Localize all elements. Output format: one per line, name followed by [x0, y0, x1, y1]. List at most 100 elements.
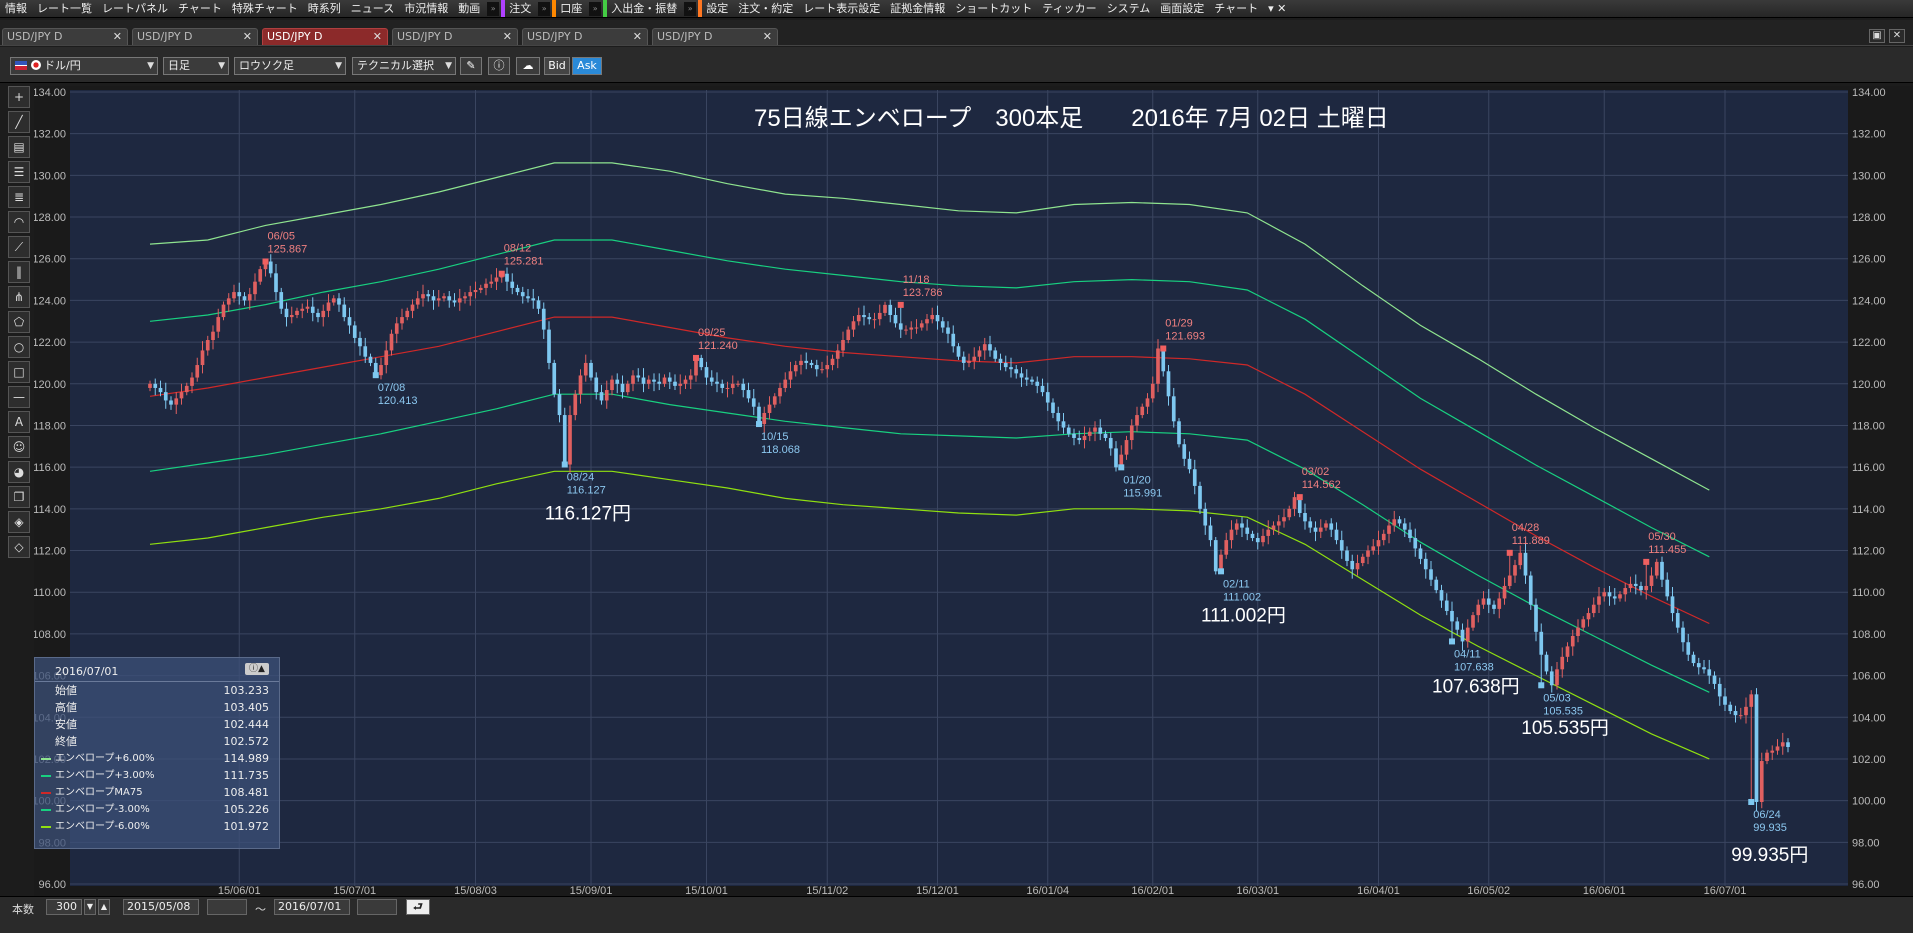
candle-body [1513, 565, 1517, 576]
ask-button[interactable]: Ask [572, 57, 602, 75]
fan-lines-icon[interactable]: ⟋ [8, 236, 30, 258]
period-select[interactable]: 日足 ▼ [163, 57, 229, 75]
menu-item[interactable]: レートパネル [97, 0, 173, 17]
line-icon[interactable]: — [8, 386, 30, 408]
pentagon-icon[interactable]: ⬠ [8, 311, 30, 333]
extreme-value-label: 121.240 [698, 340, 738, 352]
horizontal-line-icon[interactable]: ☰ [8, 161, 30, 183]
candle-body [1061, 421, 1066, 428]
circle-icon[interactable]: ○ [8, 336, 30, 358]
menu-item[interactable]: 市況情報 [399, 0, 453, 17]
menu-item[interactable]: 情報 [0, 0, 32, 17]
crosshair-icon[interactable]: + [8, 86, 30, 108]
envelope-row: エンベロープ+6.00% 114.989 [35, 750, 279, 767]
menu-overflow-icon[interactable]: » [538, 1, 551, 16]
chart-tab[interactable]: USD/JPY D ✕ [2, 28, 128, 45]
paint-icon[interactable]: ◕ [8, 461, 30, 483]
return-icon[interactable]: ⮐ [406, 899, 430, 915]
menu-item[interactable]: 時系列 [303, 0, 346, 17]
menu-item[interactable]: レート一覧 [32, 0, 97, 17]
menu-overflow-icon[interactable]: » [589, 1, 602, 16]
menu-overflow-icon[interactable]: » [684, 1, 697, 16]
bars-count-field[interactable]: 300 [46, 899, 82, 915]
fibonacci-arc-icon[interactable]: ◠ [8, 211, 30, 233]
cloud-icon[interactable]: ☁ [516, 57, 540, 75]
menu-item[interactable]: 証拠金情報 [885, 0, 950, 17]
candle-body [526, 296, 530, 299]
ohlc-row: 安値 102.444 [35, 716, 279, 733]
chart-tab[interactable]: USD/JPY D ✕ [652, 28, 778, 45]
close-tab-icon[interactable]: ✕ [373, 29, 382, 45]
price-chart[interactable]: 96.0096.0098.0098.00100.00100.00102.0010… [34, 86, 1913, 896]
close-tab-icon[interactable]: ✕ [113, 29, 122, 45]
candle-body [1150, 383, 1155, 399]
candle-body [1660, 561, 1664, 580]
menu-item[interactable]: システム [1102, 0, 1156, 17]
chevron-down-icon[interactable]: ▼ [84, 899, 96, 915]
menu-item[interactable]: 動画 [453, 0, 485, 17]
extreme-marker [693, 354, 699, 361]
close-tab-icon[interactable]: ✕ [243, 29, 252, 45]
rectangle-icon[interactable]: □ [8, 361, 30, 383]
menu-item[interactable]: 特殊チャート [227, 0, 303, 17]
chart-style-select[interactable]: ロウソク足 ▼ [234, 57, 346, 75]
close-tab-icon[interactable]: ✕ [763, 29, 772, 45]
from-date-field[interactable]: 2015/05/08 [123, 899, 199, 915]
candle-body [1560, 656, 1565, 670]
vertical-lines-icon[interactable]: ‖ [8, 261, 30, 283]
info-icon[interactable]: ⓘ [488, 57, 510, 75]
ruler-icon[interactable]: ▤ [8, 136, 30, 158]
channel-lines-icon[interactable]: ≣ [8, 186, 30, 208]
extreme-marker [262, 258, 269, 265]
restore-window-icon[interactable]: ▣ [1869, 29, 1885, 43]
candle-body [232, 292, 236, 299]
chart-tab[interactable]: USD/JPY D ✕ [262, 28, 388, 45]
menu-close-icon[interactable]: ▾ ✕ [1263, 0, 1291, 17]
text-tool-icon[interactable]: A [8, 411, 30, 433]
menu-item[interactable]: 注文・約定 [733, 0, 798, 17]
pencil-icon[interactable]: ✎ [460, 57, 482, 75]
eraser-all-icon[interactable]: ◇ [8, 536, 30, 558]
menu-item[interactable]: チャート [173, 0, 227, 17]
menu-item[interactable]: ティッカー [1037, 0, 1101, 17]
extreme-value-label: 114.562 [1302, 479, 1341, 491]
menu-item-order[interactable]: 注文 [501, 0, 536, 17]
menu-item[interactable]: 設定 [698, 0, 733, 17]
to-time-field[interactable] [357, 899, 397, 915]
chart-tab[interactable]: USD/JPY D ✕ [132, 28, 258, 45]
candle-body [1408, 529, 1412, 539]
close-window-icon[interactable]: ✕ [1889, 29, 1905, 43]
close-tab-icon[interactable]: ✕ [503, 29, 512, 45]
from-time-field[interactable] [207, 899, 247, 915]
menu-item-account[interactable]: 口座 [552, 0, 587, 17]
menu-item[interactable]: 画面設定 [1155, 0, 1209, 17]
eraser-icon[interactable]: ◈ [8, 511, 30, 533]
trendline-icon[interactable]: ╱ [8, 111, 30, 133]
close-tab-icon[interactable]: ✕ [633, 29, 642, 45]
menu-overflow-icon[interactable]: » [487, 1, 500, 16]
info-collapse-icon[interactable]: ⓘ▲ [245, 663, 269, 675]
menu-item-deposit[interactable]: 入出金・振替 [603, 0, 682, 17]
menu-item[interactable]: レート表示設定 [798, 0, 885, 17]
chart-tab[interactable]: USD/JPY D ✕ [522, 28, 648, 45]
currency-pair-select[interactable]: ドル/円 ▼ [10, 57, 158, 75]
envelope-value: 111.735 [223, 769, 270, 782]
candle-body [557, 394, 562, 416]
chevron-up-icon[interactable]: ▲ [98, 899, 110, 915]
extreme-value-label: 121.693 [1165, 331, 1205, 343]
technical-select[interactable]: テクニカル選択 ▼ [352, 57, 456, 75]
menu-item[interactable]: チャート [1209, 0, 1263, 17]
bid-button[interactable]: Bid [544, 57, 570, 75]
stamp-icon[interactable]: ☺ [8, 436, 30, 458]
candle-body [442, 296, 446, 299]
pitchfork-icon[interactable]: ⋔ [8, 286, 30, 308]
x-tick-label: 16/07/01 [1704, 885, 1747, 896]
to-date-field[interactable]: 2016/07/01 [274, 899, 350, 915]
menu-item[interactable]: ニュース [346, 0, 399, 17]
candle-body [321, 310, 326, 318]
chart-tab[interactable]: USD/JPY D ✕ [392, 28, 518, 45]
extreme-value-label: 107.638 [1454, 661, 1494, 673]
copy-icon[interactable]: ❐ [8, 486, 30, 508]
candle-body [1450, 610, 1454, 622]
menu-item[interactable]: ショートカット [950, 0, 1037, 17]
